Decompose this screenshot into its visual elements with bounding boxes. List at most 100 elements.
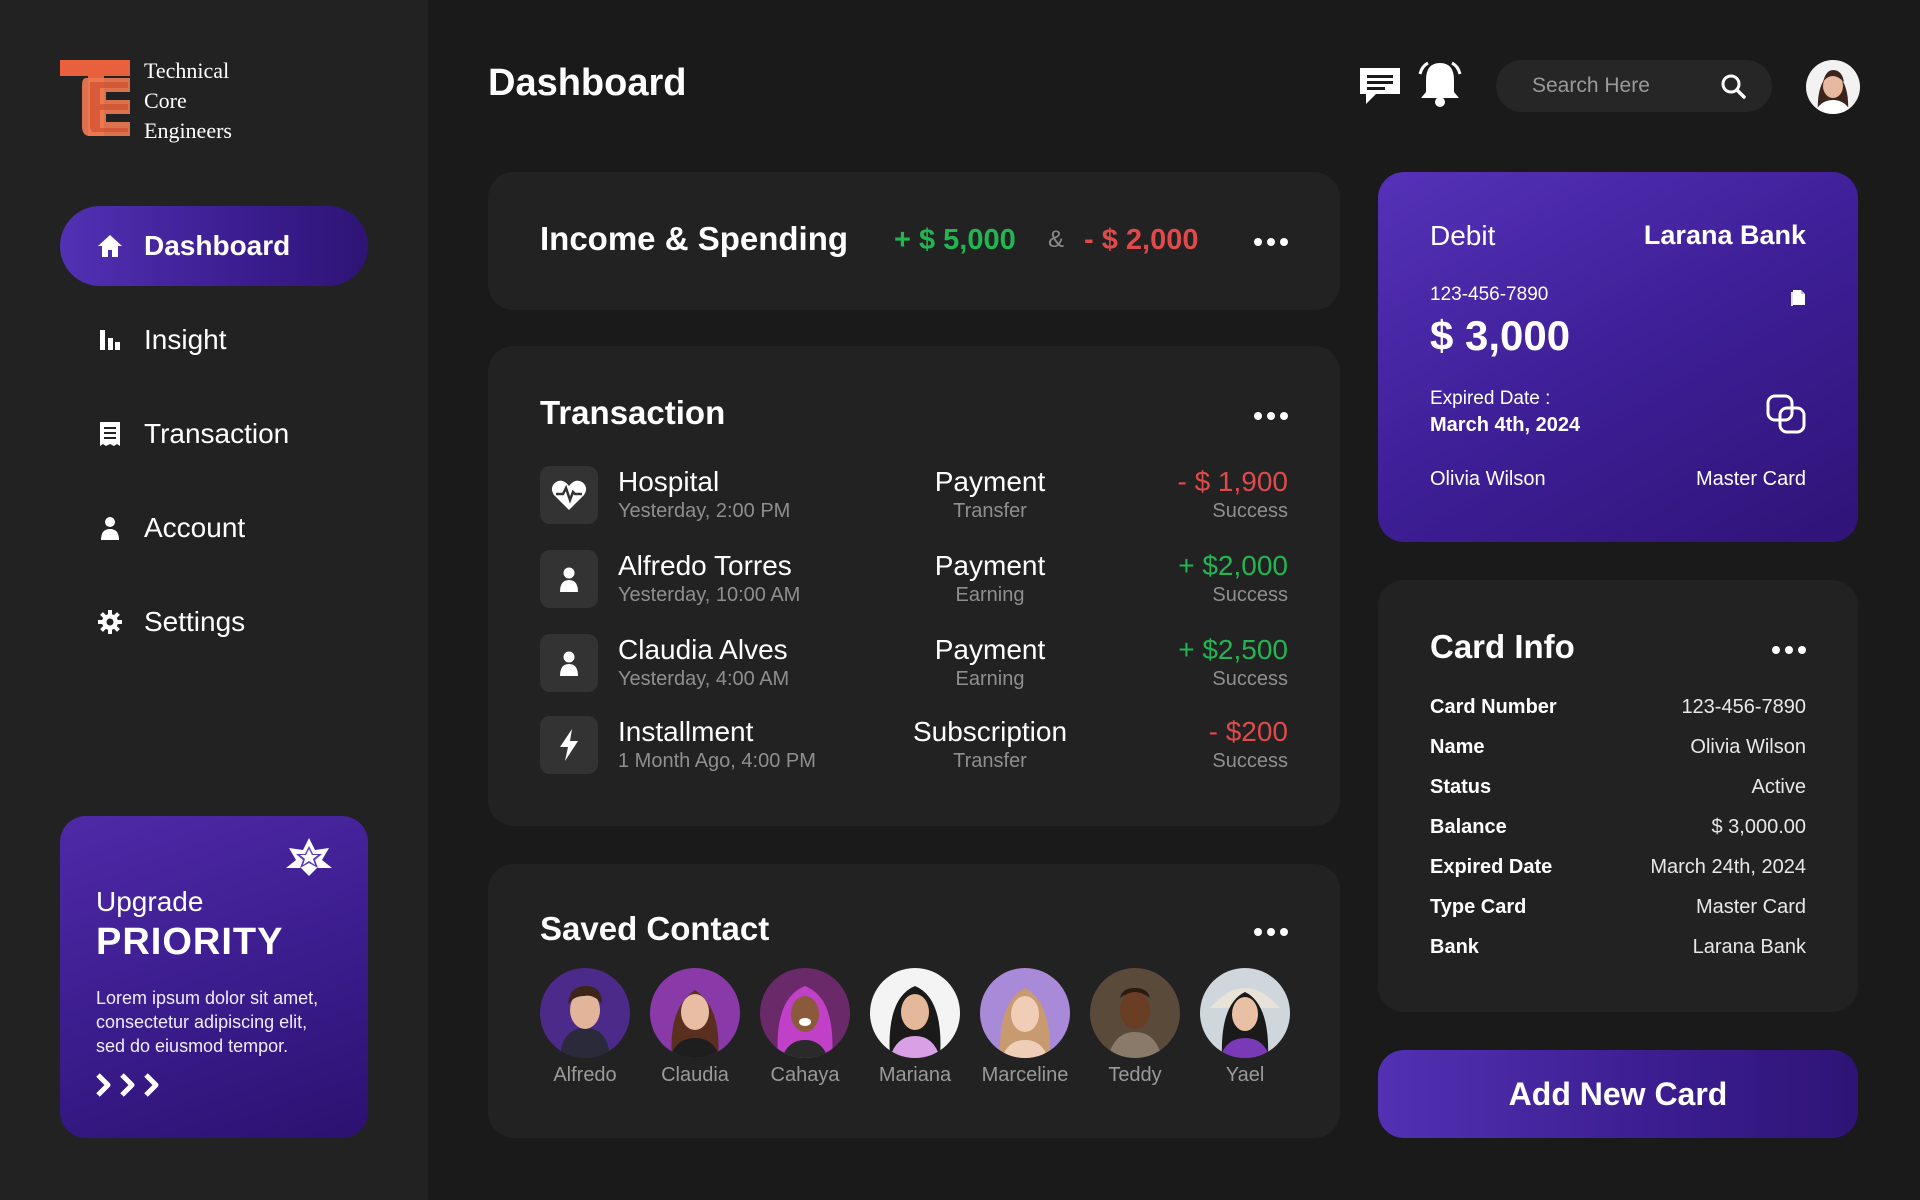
transaction-amount: + $2,500 [1178,634,1288,665]
transaction-amount: - $ 1,900 [1177,466,1288,497]
chevrons-right-icon[interactable] [96,1072,332,1098]
user-icon [540,550,598,608]
transaction-type: Subscription [912,716,1068,747]
income-spending-card: Income & Spending + $ 5,000 & - $ 2,000 [488,172,1340,310]
transaction-name: Hospital [618,466,720,497]
sidebar-item-label: Settings [144,606,246,637]
card-balance: $ 3,000 [1430,312,1571,359]
sidebar-item-label: Account [144,512,246,543]
transaction-status: Success [1212,584,1288,606]
info-row: Balance $ 3,000.00 [1430,816,1806,846]
contact-avatar [1200,968,1290,1058]
contact-item[interactable]: Yael [1190,968,1300,1087]
expired-label: Expired Date : [1430,388,1551,409]
contact-name: Claudia [661,1064,729,1086]
upgrade-description: Lorem ipsum dolor sit amet, consectetur … [96,988,319,1056]
sidebar-item-dashboard[interactable]: Dashboard [60,206,368,286]
more-options-icon[interactable] [1254,238,1288,246]
contact-item[interactable]: Claudia [640,968,750,1087]
contact-name: Marceline [981,1064,1069,1086]
saved-contacts-card: Saved Contact Alfredo Claudia Cahaya Mar… [488,864,1340,1138]
contact-avatar [980,968,1070,1058]
sidebar-item-transaction[interactable]: Transaction [60,394,368,474]
upgrade-card[interactable]: Upgrade PRIORITY Lorem ipsum dolor sit a… [60,816,368,1138]
transaction-name: Alfredo Torres [618,550,792,581]
card-info-title: Card Info [1430,628,1575,665]
contacts-title: Saved Contact [540,910,770,947]
info-value: March 24th, 2024 [1650,856,1806,878]
transaction-status: Success [1212,668,1288,690]
info-value: Larana Bank [1692,936,1806,958]
contact-name: Yael [1225,1064,1265,1086]
contact-item[interactable]: Teddy [1080,968,1190,1087]
gear-icon [96,608,124,636]
spending-amount: - $ 2,000 [1084,224,1199,256]
info-row: Expired Date March 24th, 2024 [1430,856,1806,886]
info-row: Name Olivia Wilson [1430,736,1806,766]
contact-name: Cahaya [770,1064,840,1086]
transaction-row[interactable]: Hospital Yesterday, 2:00 PM Payment Tran… [540,466,1288,528]
income-separator: & [1048,226,1065,253]
add-new-card-button[interactable]: Add New Card [1378,1050,1858,1138]
transaction-date: Yesterday, 2:00 PM [618,500,791,522]
info-key: Balance [1430,816,1507,838]
more-options-icon[interactable] [1254,412,1288,420]
logo-mark-icon [60,56,132,140]
transaction-date: 1 Month Ago, 4:00 PM [618,750,816,772]
more-options-icon[interactable] [1254,928,1288,936]
user-avatar[interactable] [1806,60,1860,114]
info-row: Status Active [1430,776,1806,806]
more-options-icon[interactable] [1772,646,1806,654]
info-value: 123-456-7890 [1681,696,1806,718]
cards-icon[interactable] [1766,394,1806,439]
transaction-type: Payment [934,550,1046,581]
card-label: Debit [1430,220,1496,251]
transaction-row[interactable]: Installment 1 Month Ago, 4:00 PM Subscri… [540,716,1288,778]
transaction-row[interactable]: Claudia Alves Yesterday, 4:00 AM Payment… [540,634,1288,696]
contact-avatar [540,968,630,1058]
info-value: Master Card [1695,896,1806,918]
bell-icon[interactable] [1418,60,1462,113]
sidebar-nav: Dashboard Insight Transaction Account Se… [60,206,368,676]
contact-name: Alfredo [553,1064,617,1086]
heartbeat-icon [540,466,598,524]
search-input[interactable] [1532,74,1712,98]
search-icon[interactable] [1720,73,1746,99]
sidebar-item-label: Insight [144,324,227,355]
transaction-row[interactable]: Alfredo Torres Yesterday, 10:00 AM Payme… [540,550,1288,612]
sidebar-item-settings[interactable]: Settings [60,582,368,662]
sidebar-item-label: Transaction [144,418,290,449]
lightning-icon [540,716,598,774]
chat-icon[interactable] [1358,66,1402,111]
info-value: Active [1751,776,1806,798]
info-key: Expired Date [1430,856,1553,878]
transaction-date: Yesterday, 4:00 AM [618,668,790,690]
info-key: Name [1430,736,1485,758]
transaction-title: Transaction [540,394,726,431]
income-amount: + $ 5,000 [894,224,1016,256]
transaction-type: Payment [934,634,1046,665]
sidebar-item-account[interactable]: Account [60,488,368,568]
sidebar-item-insight[interactable]: Insight [60,300,368,380]
info-row: Bank Larana Bank [1430,936,1806,966]
search-bar [1496,60,1772,112]
contact-name: Mariana [878,1064,952,1086]
debit-card[interactable]: Debit Larana Bank 123-456-7890 $ 3,000 E… [1378,172,1858,542]
contact-item[interactable]: Cahaya [750,968,860,1087]
brand-logo[interactable]: Technical Core Engineers [60,56,232,146]
copy-icon[interactable] [1790,288,1806,311]
transaction-card: Transaction Hospital Yesterday, 2:00 PM … [488,346,1340,826]
info-row: Card Number 123-456-7890 [1430,696,1806,726]
card-bank: Larana Bank [1643,220,1806,250]
user-icon [96,514,124,542]
transaction-status: Success [1212,500,1288,522]
contact-item[interactable]: Mariana [860,968,970,1087]
info-row: Type Card Master Card [1430,896,1806,926]
home-icon [96,232,124,260]
contact-item[interactable]: Marceline [970,968,1080,1087]
transaction-name: Installment [618,716,754,747]
page-title: Dashboard [488,62,687,104]
contact-item[interactable]: Alfredo [530,968,640,1087]
transaction-subtype: Transfer [953,500,1027,522]
info-key: Type Card [1430,896,1527,918]
